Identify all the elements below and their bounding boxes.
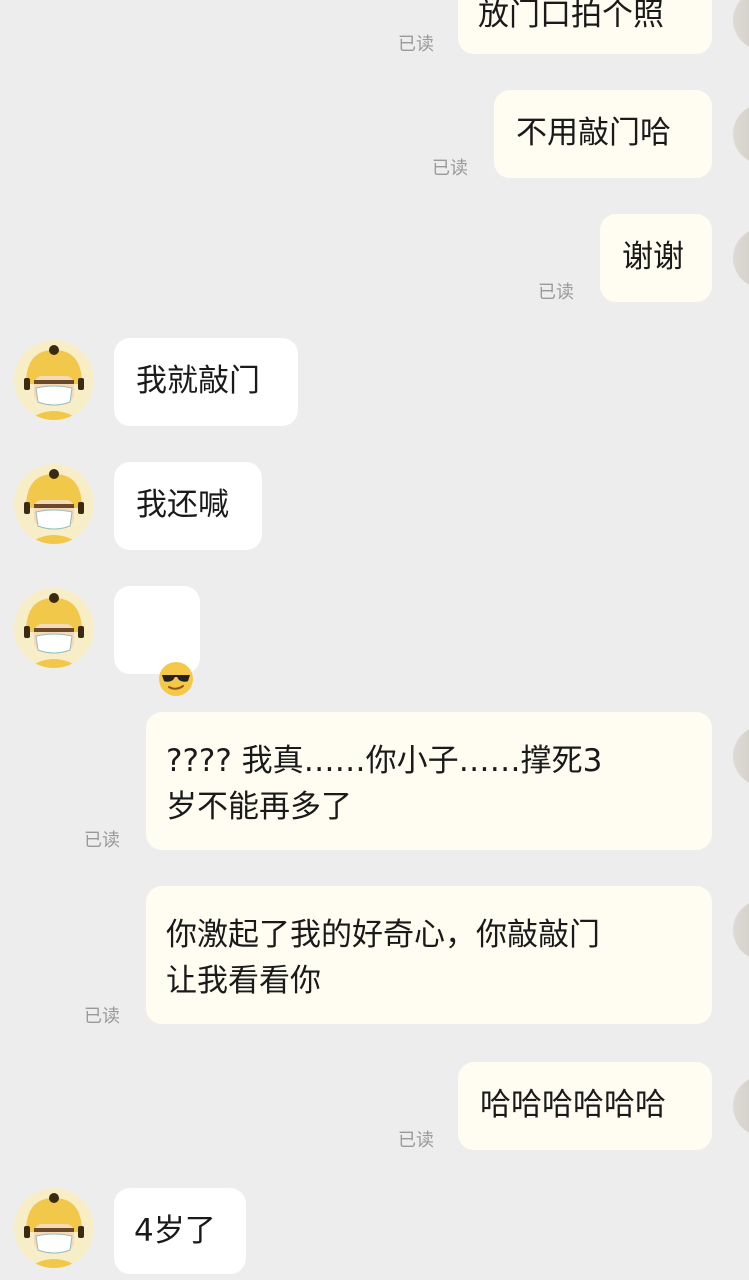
self-avatar[interactable] <box>733 104 749 164</box>
read-receipt: 已读 <box>432 158 468 179</box>
read-receipt: 已读 <box>538 282 574 303</box>
masked-person-avatar-icon <box>14 340 94 420</box>
outgoing-message-bubble[interactable]: 谢谢 <box>600 214 712 302</box>
contact-avatar[interactable] <box>14 340 94 420</box>
read-receipt: 已读 <box>84 1006 120 1027</box>
incoming-message-bubble[interactable]: 我就敲门 <box>114 338 298 426</box>
read-receipt: 已读 <box>84 830 120 851</box>
self-avatar[interactable] <box>733 1076 749 1136</box>
outgoing-message-bubble[interactable]: ???? 我真……你小子……撑死3 岁不能再多了 <box>146 712 712 850</box>
sunglasses-emoji-icon <box>158 661 193 696</box>
masked-person-avatar-icon <box>14 464 94 544</box>
contact-avatar[interactable] <box>14 588 94 668</box>
read-receipt: 已读 <box>398 1130 434 1151</box>
incoming-message-bubble[interactable]: 我还喊 <box>114 462 262 550</box>
read-receipt: 已读 <box>398 34 434 55</box>
outgoing-message-bubble[interactable]: 你激起了我的好奇心，你敲敲门 让我看看你 <box>146 886 712 1024</box>
self-avatar[interactable] <box>733 228 749 288</box>
outgoing-message-bubble[interactable]: 不用敲门哈 <box>494 90 712 178</box>
masked-person-avatar-icon <box>14 1188 94 1268</box>
outgoing-message-bubble[interactable]: 放门口拍个照 <box>458 0 712 54</box>
contact-avatar[interactable] <box>14 464 94 544</box>
self-avatar[interactable] <box>733 0 749 50</box>
self-avatar[interactable] <box>733 900 749 960</box>
masked-person-avatar-icon <box>14 588 94 668</box>
outgoing-message-bubble[interactable]: 哈哈哈哈哈哈 <box>458 1062 712 1150</box>
self-avatar[interactable] <box>733 726 749 786</box>
contact-avatar[interactable] <box>14 1188 94 1268</box>
incoming-message-bubble[interactable]: 4岁了 <box>114 1188 246 1274</box>
incoming-message-bubble[interactable] <box>114 586 200 696</box>
